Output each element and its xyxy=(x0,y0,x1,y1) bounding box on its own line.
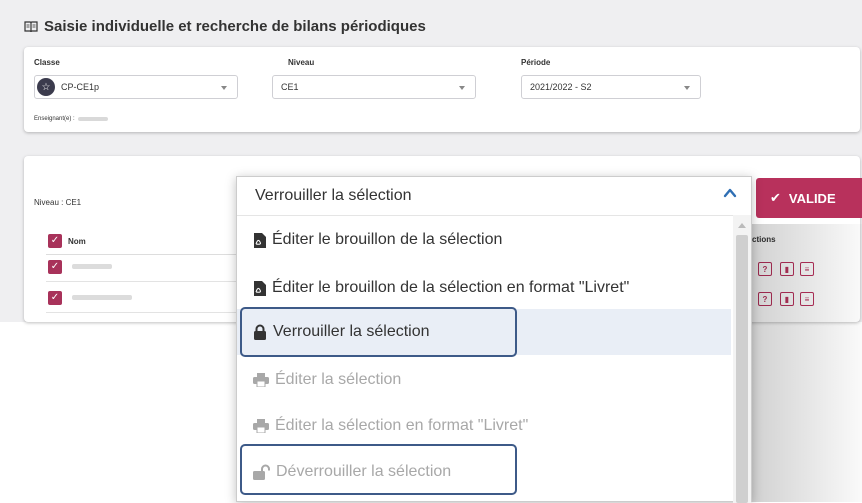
checkmark-icon: ✓ xyxy=(50,292,60,303)
periode-label: Période xyxy=(521,58,551,67)
chevron-down-icon xyxy=(221,86,227,90)
menu-item-label: Éditer le brouillon de la sélection xyxy=(272,231,503,248)
periode-select[interactable]: 2021/2022 - S2 xyxy=(521,75,701,99)
table-row-divider xyxy=(46,312,266,313)
pdf-icon xyxy=(254,280,266,296)
student-name-blurred xyxy=(72,264,112,269)
menu-item-edit-selection-livret[interactable]: Éditer la sélection en format "Livret" xyxy=(237,403,731,449)
menu-item-label: Éditer la sélection en format "Livret" xyxy=(275,417,529,434)
print-icon xyxy=(253,373,269,387)
filters-card: Classe ☆ CP-CE1p Niveau CE1 Période 2021… xyxy=(24,47,860,132)
checkmark-icon: ✓ xyxy=(50,235,60,246)
classe-value: CP-CE1p xyxy=(61,82,100,92)
dropdown-shadow xyxy=(752,224,862,502)
menu-item-edit-draft-livret[interactable]: Éditer le brouillon de la sélection en f… xyxy=(237,265,731,311)
row-checkbox[interactable]: ✓ xyxy=(48,260,62,274)
scroll-up-icon[interactable] xyxy=(738,223,746,228)
column-nom: Nom xyxy=(68,237,86,246)
menu-item-label: Éditer le brouillon de la sélection en f… xyxy=(272,279,630,296)
table-row-divider xyxy=(46,281,266,282)
chevron-down-icon xyxy=(459,86,465,90)
niveau-value: CE1 xyxy=(281,82,299,92)
row-checkbox[interactable]: ✓ xyxy=(48,291,62,305)
niveau-text: Niveau : CE1 xyxy=(34,198,82,207)
print-icon xyxy=(253,419,269,433)
niveau-select[interactable]: CE1 xyxy=(272,75,476,99)
checkmark-icon: ✓ xyxy=(50,261,60,272)
book-icon xyxy=(24,20,38,32)
teacher-line: Enseignant(e) : xyxy=(34,116,108,122)
menu-item-edit-draft[interactable]: Éditer le brouillon de la sélection xyxy=(237,217,731,263)
student-name-blurred xyxy=(72,295,132,300)
highlight-unlock-option xyxy=(240,444,517,495)
classe-label: Classe xyxy=(34,58,60,67)
pdf-icon xyxy=(254,232,266,248)
menu-item-edit-selection[interactable]: Éditer la sélection xyxy=(237,357,731,403)
dropdown-header[interactable]: Verrouiller la sélection xyxy=(237,177,751,216)
chevron-down-icon xyxy=(684,86,690,90)
valider-label: VALIDE xyxy=(788,190,836,206)
action-dropdown[interactable]: Verrouiller la sélection Éditer le broui… xyxy=(236,176,752,503)
star-icon: ☆ xyxy=(37,78,55,96)
select-all-checkbox[interactable]: ✓ xyxy=(48,234,62,248)
teacher-name-blurred xyxy=(77,117,108,121)
periode-value: 2021/2022 - S2 xyxy=(530,82,592,92)
teacher-label: Enseignant(e) : xyxy=(34,116,75,122)
chevron-up-icon[interactable] xyxy=(723,186,737,200)
scroll-thumb[interactable] xyxy=(736,235,748,503)
niveau-label: Niveau xyxy=(288,58,315,67)
classe-select[interactable]: ☆ CP-CE1p xyxy=(34,75,238,99)
highlight-lock-option xyxy=(240,307,517,357)
page-title-text: Saisie individuelle et recherche de bila… xyxy=(44,18,426,35)
valider-button[interactable]: ✔ VALIDE xyxy=(756,178,862,218)
page-title: Saisie individuelle et recherche de bila… xyxy=(24,18,426,35)
dropdown-scrollbar[interactable] xyxy=(733,215,751,503)
menu-item-label: Éditer la sélection xyxy=(275,371,402,388)
check-icon: ✔ xyxy=(770,190,781,205)
dropdown-selected-value: Verrouiller la sélection xyxy=(255,187,412,204)
